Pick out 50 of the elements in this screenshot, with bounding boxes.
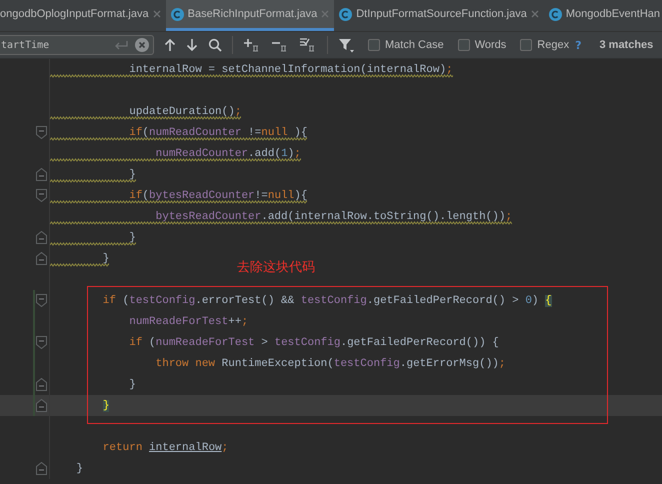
code-line: bytesReadCounter.add(internalRow.toString().length()); <box>154 210 512 222</box>
close-icon[interactable] <box>530 10 539 18</box>
close-icon[interactable] <box>152 10 161 18</box>
class-icon <box>548 8 562 20</box>
option-checkbox[interactable]: Words <box>458 39 506 51</box>
enter-icon <box>113 40 129 50</box>
annotation-text: 去除这块代码 <box>237 259 315 276</box>
code-line: throw new RuntimeException(testConfig.getErrorMsg()); <box>154 358 506 370</box>
class-icon <box>339 8 352 20</box>
fold-icon[interactable] <box>36 189 47 202</box>
code-line: } <box>128 378 136 390</box>
code-line: if (testConfig.errorTest() && testConfig.getFailedPerRecord() > 0) { <box>102 294 552 306</box>
search-field[interactable]: tartTime <box>0 35 154 55</box>
help-link[interactable]: ? <box>575 38 582 52</box>
editor-tab[interactable]: DtInputFormatSourceFunction.java <box>334 0 544 31</box>
editor-tab[interactable]: MongodbEventHan <box>544 0 662 31</box>
fold-icon[interactable] <box>36 294 47 307</box>
editor-tab[interactable]: BaseRichInputFormat.java <box>166 0 334 31</box>
down-arrow-icon[interactable] <box>186 38 198 52</box>
code-line: if(bytesReadCounter!=null){ <box>128 190 308 202</box>
code-line: } <box>75 462 84 474</box>
unfold-icon[interactable] <box>36 168 47 181</box>
class-icon <box>170 8 184 20</box>
code-line: if (numReadeForTest > testConfig.getFailedPerRecord()) { <box>128 336 499 348</box>
code-line: } <box>102 252 110 264</box>
unfold-icon[interactable] <box>36 231 47 244</box>
unfold-icon[interactable] <box>36 378 47 391</box>
find-occurrence-icon[interactable] <box>208 38 222 52</box>
code-line: internalRow = setChannelInformation(internalRow); <box>128 64 453 76</box>
code-line: updateDuration(); <box>128 106 242 118</box>
code-line: } <box>128 232 136 244</box>
option-checkbox[interactable]: Match Case <box>368 39 444 51</box>
fold-icon[interactable] <box>36 126 47 139</box>
clear-icon[interactable] <box>135 38 149 52</box>
filter-icon[interactable] <box>338 38 354 52</box>
code-line: return internalRow; <box>102 442 228 454</box>
fold-icon[interactable] <box>36 336 47 349</box>
match-count: 3 matches <box>599 39 654 51</box>
option-checkbox[interactable]: Regex <box>520 39 570 51</box>
up-arrow-icon[interactable] <box>164 38 176 52</box>
code-line: numReadCounter.add(1); <box>154 148 301 160</box>
code-line: numReadeForTest++; <box>128 316 248 328</box>
editor-tab[interactable]: ongodbOplogInputFormat.java <box>0 0 166 31</box>
code-line: if(numReadCounter !=null ){ <box>128 126 308 138</box>
unfold-icon[interactable] <box>36 399 47 412</box>
unfold-icon[interactable] <box>36 252 47 265</box>
add-selection-icon[interactable] <box>243 38 261 52</box>
code-line: } <box>128 168 136 180</box>
select-all-icon[interactable] <box>299 38 317 52</box>
unfold-icon[interactable] <box>36 462 47 475</box>
